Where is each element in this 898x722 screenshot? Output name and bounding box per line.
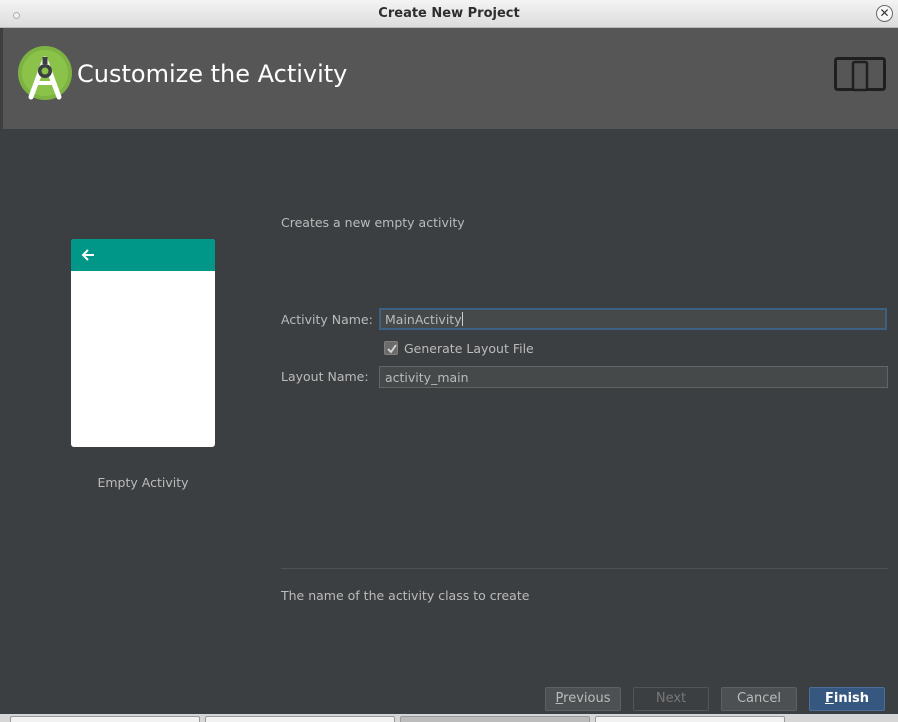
taskbar-tab[interactable] <box>595 716 785 722</box>
finish-mnemonic: F <box>824 691 834 706</box>
cancel-button[interactable]: Cancel <box>721 687 797 711</box>
header-banner: Customize the Activity <box>3 28 898 129</box>
phone-tablet-icon <box>834 57 886 92</box>
close-icon[interactable]: ✕ <box>876 5 893 22</box>
help-divider <box>281 568 888 569</box>
layout-name-label: Layout Name: <box>281 369 369 384</box>
layout-name-value: activity_main <box>385 370 469 385</box>
activity-name-label: Activity Name: <box>281 312 373 327</box>
generate-layout-label[interactable]: Generate Layout File <box>404 341 534 356</box>
activity-name-field[interactable]: MainActivity <box>379 308 887 330</box>
android-studio-logo-icon <box>18 46 72 100</box>
back-arrow-icon <box>81 249 94 261</box>
text-caret <box>461 312 463 326</box>
page-title: Customize the Activity <box>77 60 348 88</box>
taskbar-tab[interactable] <box>205 716 395 722</box>
previous-label: revious <box>563 691 611 706</box>
window-titlebar: Create New Project ✕ <box>0 0 898 28</box>
previous-button[interactable]: Previous <box>545 687 621 711</box>
finish-button[interactable]: Finish <box>809 687 885 711</box>
taskbar-tab[interactable] <box>10 716 200 722</box>
taskbar <box>0 714 898 722</box>
template-description: Creates a new empty activity <box>281 215 465 230</box>
activity-template-preview <box>71 239 215 447</box>
previous-mnemonic: P <box>555 691 564 706</box>
layout-name-field[interactable]: activity_main <box>379 366 888 388</box>
taskbar-tab[interactable] <box>400 716 590 722</box>
help-text: The name of the activity class to create <box>281 588 530 603</box>
activity-name-value: MainActivity <box>385 312 462 327</box>
preview-app-bar <box>71 239 215 271</box>
finish-label: inish <box>833 691 870 706</box>
template-name: Empty Activity <box>97 475 189 490</box>
checkmark-icon <box>387 344 397 354</box>
window-title: Create New Project <box>378 6 520 21</box>
generate-layout-checkbox[interactable] <box>384 341 398 355</box>
next-button[interactable]: Next <box>633 687 709 711</box>
